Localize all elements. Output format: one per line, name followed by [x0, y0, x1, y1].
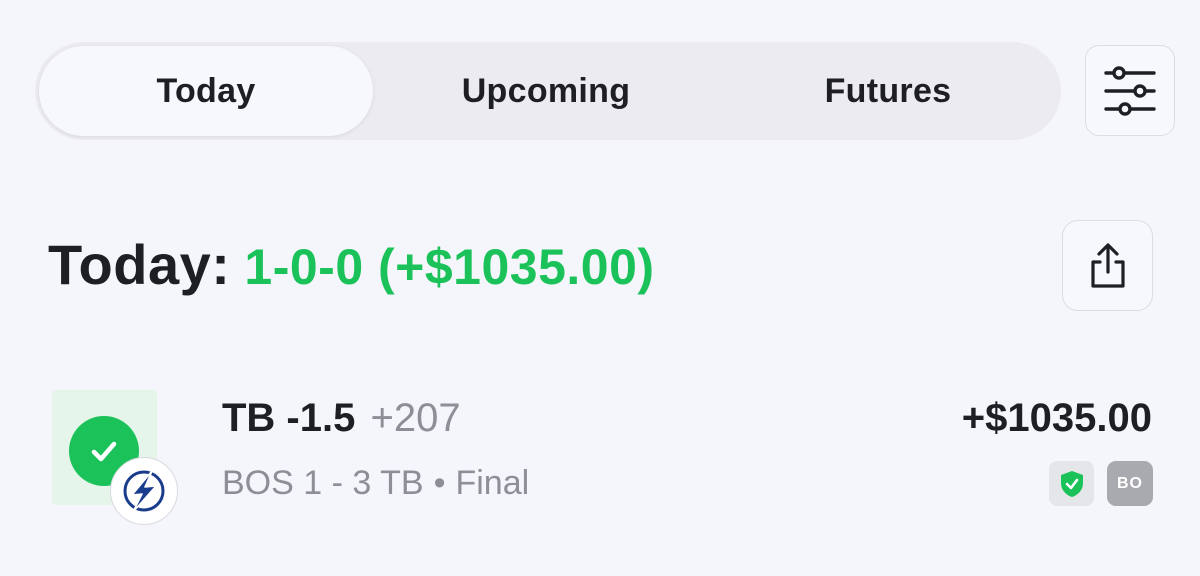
bet-pick-label: TB -1.5 — [222, 396, 356, 440]
tab-bar: Today Upcoming Futures — [35, 42, 1061, 140]
summary-record: 1-0-0 (+$1035.00) — [244, 239, 655, 295]
bet-game-info: BOS 1 - 3 TB • Final — [222, 464, 529, 503]
share-icon — [1090, 242, 1125, 288]
filter-button[interactable] — [1085, 45, 1175, 136]
tab-upcoming[interactable]: Upcoming — [377, 46, 715, 136]
checkmark-icon — [91, 441, 117, 462]
bet-odds: +207 — [370, 396, 461, 440]
bet-pick: TB -1.5 +207 — [222, 396, 461, 441]
tab-futures[interactable]: Futures — [719, 46, 1057, 136]
separator-dot: • — [433, 464, 446, 502]
daily-summary: Today: 1-0-0 (+$1035.00) — [48, 232, 655, 302]
lightning-bolt-logo-icon — [123, 470, 165, 513]
team-logo — [110, 457, 178, 525]
tab-today[interactable]: Today — [39, 46, 373, 136]
game-score: BOS 1 - 3 TB — [222, 464, 424, 502]
shield-check-icon — [1060, 470, 1083, 497]
sliders-icon — [1104, 65, 1156, 116]
sportsbook-badge: BO — [1107, 461, 1153, 506]
bet-payout: +$1035.00 — [961, 396, 1152, 440]
insured-badge — [1049, 461, 1094, 506]
share-button[interactable] — [1062, 220, 1153, 311]
summary-label: Today: — [48, 233, 231, 296]
game-status: Final — [455, 464, 530, 502]
